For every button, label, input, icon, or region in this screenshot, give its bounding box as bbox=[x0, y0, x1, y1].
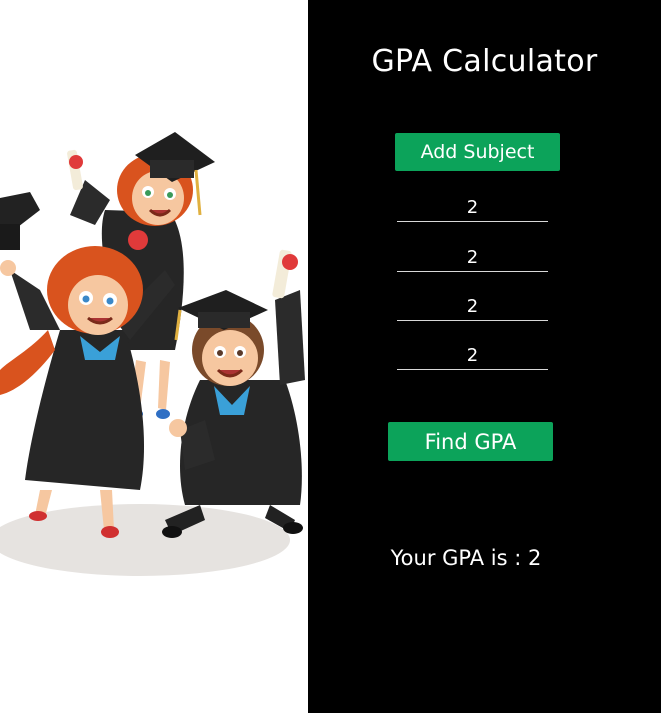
girl-left-figure bbox=[0, 246, 175, 538]
gpa-calculator-app: GPA Calculator Add Subject Find GPA Your… bbox=[0, 0, 661, 713]
gpa-result-text: Your GPA is : 2 bbox=[390, 546, 542, 570]
grad-cap-icon bbox=[0, 192, 40, 250]
calculator-panel: GPA Calculator Add Subject Find GPA Your… bbox=[308, 0, 661, 713]
find-gpa-button[interactable]: Find GPA bbox=[388, 422, 553, 461]
page-title: GPA Calculator bbox=[371, 44, 598, 79]
subject-grade-input-4[interactable] bbox=[397, 341, 548, 370]
subject-grade-input-2[interactable] bbox=[397, 243, 548, 272]
graduating-students-illustration bbox=[0, 132, 305, 576]
subject-grade-input-1[interactable] bbox=[397, 193, 548, 222]
illustration-panel bbox=[0, 0, 308, 713]
subject-grade-input-3[interactable] bbox=[397, 292, 548, 321]
add-subject-button[interactable]: Add Subject bbox=[395, 133, 560, 171]
boy-right-figure bbox=[162, 249, 305, 538]
